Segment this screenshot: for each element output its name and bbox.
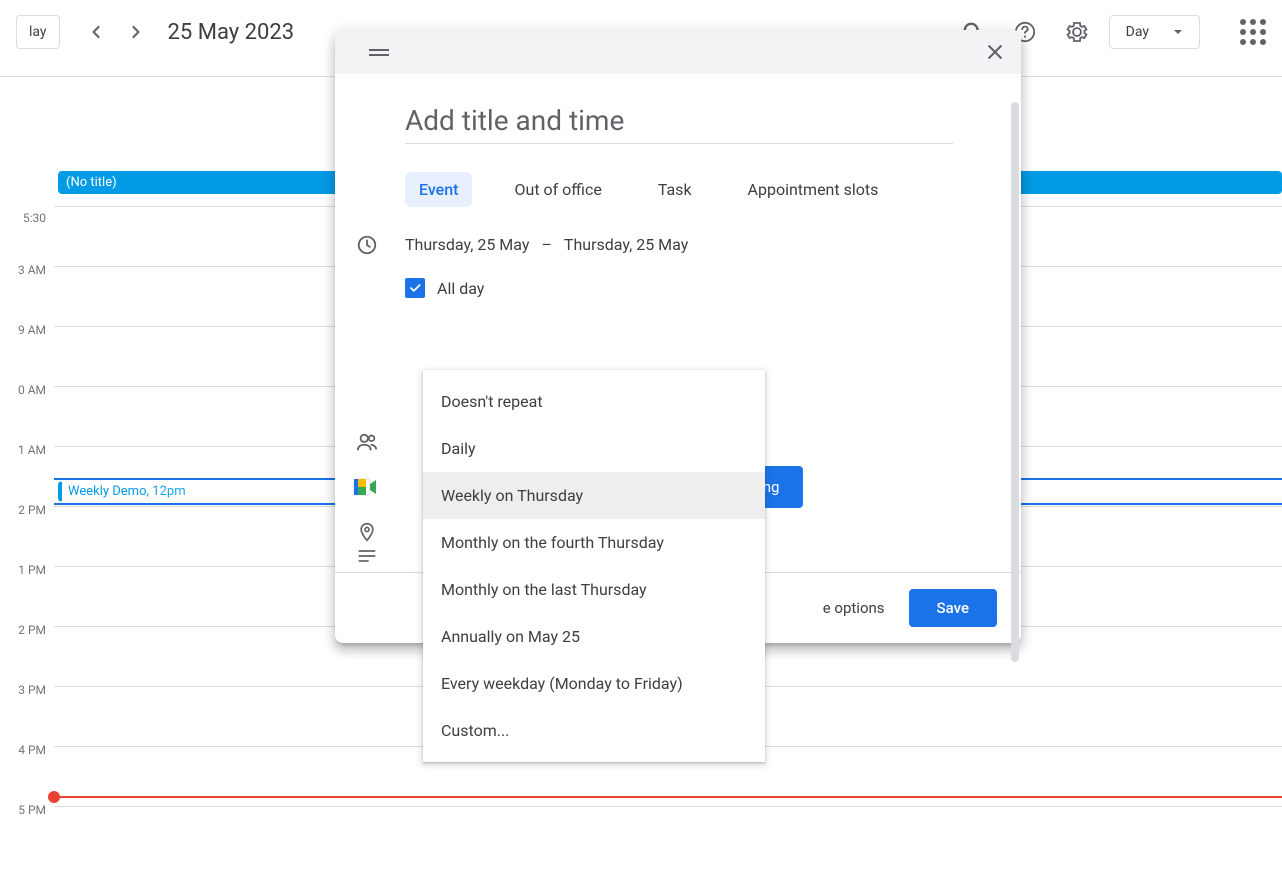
time-label: 5:30 [23,211,46,225]
next-button[interactable] [116,12,156,52]
current-date: 25 May 2023 [168,20,295,45]
tab-task[interactable]: Task [644,172,706,207]
time-label: 2 PM [18,503,46,517]
tab-appointment-slots[interactable]: Appointment slots [734,172,893,207]
repeat-option-custom[interactable]: Custom... [423,707,765,754]
close-icon [985,42,1005,62]
repeat-option-monthly-last[interactable]: Monthly on the last Thursday [423,566,765,613]
tab-event[interactable]: Event [405,172,472,207]
dropdown-icon [1173,27,1183,37]
repeat-option-annually[interactable]: Annually on May 25 [423,613,765,660]
view-label: Day [1126,24,1149,40]
apps-button[interactable] [1240,19,1266,45]
tab-out-of-office[interactable]: Out of office [500,172,615,207]
time-label: 4 PM [18,743,46,757]
meet-icon [353,475,377,499]
modal-scrollbar[interactable] [1011,102,1019,662]
prev-button[interactable] [76,12,116,52]
more-options-button[interactable]: e options [823,599,885,617]
repeat-option-daily[interactable]: Daily [423,425,765,472]
time-label: 3 AM [18,263,46,277]
time-column: 5:30 3 AM 9 AM 0 AM 1 AM 2 PM 1 PM 2 PM … [0,77,54,856]
time-label: 5 PM [18,803,46,817]
view-selector[interactable]: Day [1109,15,1200,49]
drag-handle-icon [367,46,391,58]
location-icon [355,520,379,544]
time-label: 1 PM [18,563,46,577]
guests-icon [355,430,379,454]
check-icon [408,281,422,295]
allday-label: All day [437,279,484,298]
allday-checkbox[interactable] [405,278,425,298]
event-type-tabs: Event Out of office Task Appointment slo… [405,172,997,207]
clock-icon [355,233,379,257]
end-date[interactable]: Thursday, 25 May [564,235,688,254]
event-title-input[interactable] [405,98,953,144]
repeat-option-weekly[interactable]: Weekly on Thursday [423,472,765,519]
repeat-option-weekdays[interactable]: Every weekday (Monday to Friday) [423,660,765,707]
description-icon [355,544,379,568]
time-label: 3 PM [18,683,46,697]
event-time: 12pm [152,484,185,499]
time-label: 2 PM [18,623,46,637]
repeat-option-none[interactable]: Doesn't repeat [423,378,765,425]
time-label: 1 AM [18,443,46,457]
chevron-left-icon [86,22,106,42]
settings-button[interactable] [1057,12,1097,52]
repeat-option-monthly-fourth[interactable]: Monthly on the fourth Thursday [423,519,765,566]
modal-header[interactable] [335,30,1021,74]
repeat-dropdown: Doesn't repeat Daily Weekly on Thursday … [423,370,765,762]
start-date[interactable]: Thursday, 25 May [405,235,529,254]
time-label: 9 AM [18,323,46,337]
date-separator: – [541,235,552,254]
save-button[interactable]: Save [909,589,997,627]
now-indicator [54,796,1282,798]
close-button[interactable] [985,42,1005,62]
time-label: 0 AM [18,383,46,397]
event-title: Weekly Demo [68,484,147,499]
chevron-right-icon [126,22,146,42]
today-button[interactable]: lay [16,15,60,49]
gear-icon [1065,20,1089,44]
